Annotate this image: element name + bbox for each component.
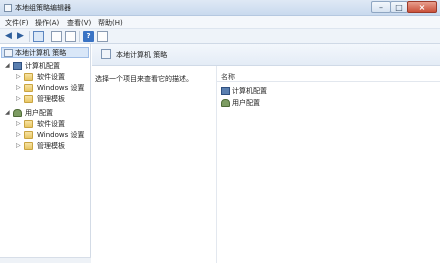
folder-icon [24,95,33,103]
arrow-left-icon: ◀ [5,31,12,41]
collapse-arrow-icon[interactable]: ◢ [5,62,10,69]
export-list-button[interactable] [65,31,76,42]
collapse-arrow-icon[interactable]: ◢ [5,109,10,116]
toolbar-separator [79,31,80,42]
computer-icon [13,62,22,70]
folder-icon [24,84,33,92]
expand-arrow-icon[interactable]: ▷ [16,142,21,149]
user-icon [221,99,230,107]
details-title: 本地计算机 策略 [116,51,168,59]
back-button[interactable]: ◀ [3,31,14,42]
tree-label: Windows 设置 [37,84,85,92]
maximize-button[interactable]: □ [390,1,408,13]
column-header-label: 名称 [221,73,235,81]
tree-label: Windows 设置 [37,131,85,139]
folder-icon [24,73,33,81]
tree-item-user-config[interactable]: ◢ 用户配置 [0,108,90,119]
toolbar: ◀ ▶ ? [0,29,440,44]
minimize-button[interactable]: – [371,1,391,13]
folder-icon [24,142,33,150]
list-item-label: 用户配置 [232,99,260,107]
tree-label: 软件设置 [37,120,65,128]
minimize-icon: – [379,3,383,12]
expand-arrow-icon[interactable]: ▷ [16,84,21,91]
policy-doc-icon [101,49,111,59]
maximize-icon: □ [395,3,403,12]
tree-label: 软件设置 [37,73,65,81]
tree-label: 用户配置 [25,109,53,117]
title-bar: 本地组策略编辑器 – □ × [0,0,440,16]
tree-label: 本地计算机 策略 [15,49,67,57]
tree-label: 计算机配置 [25,62,60,70]
horizontal-scrollbar[interactable] [0,257,91,263]
list-view-button[interactable] [51,31,62,42]
app-icon [4,4,12,12]
console-tree: 本地计算机 策略 ◢ 计算机配置 ▷ 软件设置 ▷ Windows 设置 ▷ 管… [0,44,91,263]
tree-label: 管理模板 [37,95,65,103]
arrow-right-icon: ▶ [17,31,24,41]
tree-item-windows-settings[interactable]: ▷ Windows 设置 [0,130,90,141]
policy-doc-icon [4,49,13,57]
tree-label: 管理模板 [37,142,65,150]
tree-item-admin-templates[interactable]: ▷ 管理模板 [0,94,90,105]
show-tree-button[interactable] [33,31,44,42]
expand-arrow-icon[interactable]: ▷ [16,120,21,127]
window-title: 本地组策略编辑器 [15,4,71,12]
tree-item-admin-templates[interactable]: ▷ 管理模板 [0,141,90,152]
properties-button[interactable] [97,31,108,42]
description-text: 选择一个项目来查看它的描述。 [95,75,193,83]
forward-button[interactable]: ▶ [15,31,26,42]
expand-arrow-icon[interactable]: ▷ [16,131,21,138]
column-header-name[interactable]: 名称 [217,71,440,82]
help-button[interactable]: ? [83,31,94,42]
menu-bar: 文件(F) 操作(A) 查看(V) 帮助(H) [0,16,440,29]
tree-item-local-policy[interactable]: 本地计算机 策略 [1,47,89,58]
menu-help[interactable]: 帮助(H) [98,18,123,28]
details-pane: 本地计算机 策略 选择一个项目来查看它的描述。 名称 计算机配置 用户配置 [92,44,440,263]
tree-item-windows-settings[interactable]: ▷ Windows 设置 [0,83,90,94]
expand-arrow-icon[interactable]: ▷ [16,73,21,80]
pane-divider [216,66,217,263]
menu-action[interactable]: 操作(A) [35,18,59,28]
details-header: 本地计算机 策略 [92,44,440,66]
list-item-label: 计算机配置 [232,87,267,95]
toolbar-separator [29,31,30,42]
close-button[interactable]: × [407,1,437,13]
menu-view[interactable]: 查看(V) [67,18,91,28]
menu-file[interactable]: 文件(F) [5,18,29,28]
tree-item-computer-config[interactable]: ◢ 计算机配置 [0,61,90,72]
tree-item-software-settings[interactable]: ▷ 软件设置 [0,72,90,83]
close-icon: × [418,3,426,12]
folder-icon [24,131,33,139]
computer-icon [221,87,230,95]
folder-icon [24,120,33,128]
user-icon [13,109,22,117]
expand-arrow-icon[interactable]: ▷ [16,95,21,102]
tree-item-software-settings[interactable]: ▷ 软件设置 [0,119,90,130]
